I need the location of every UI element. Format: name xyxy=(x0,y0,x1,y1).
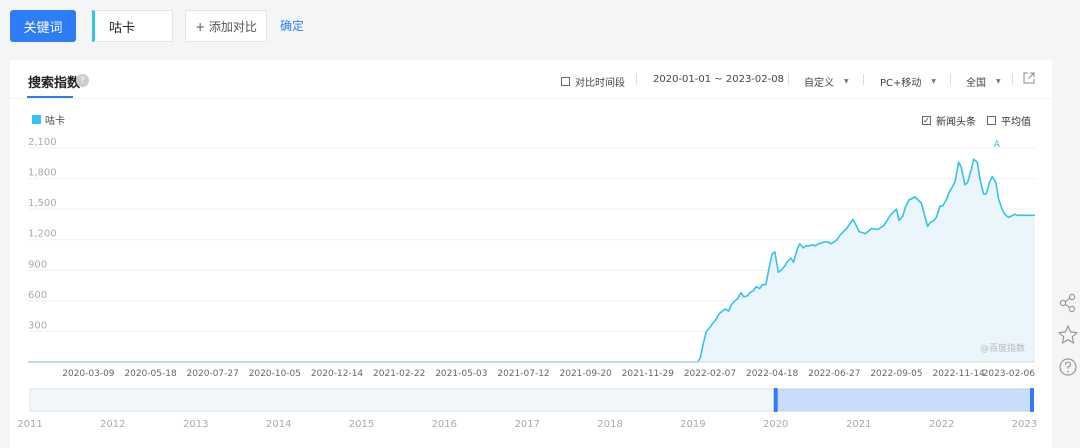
keyword-value: 咕卡 xyxy=(109,20,136,36)
share-icon[interactable] xyxy=(1057,292,1079,314)
x-tick-label: 2021-05-03 xyxy=(435,369,487,379)
navigator-year-label: 2021 xyxy=(846,419,871,430)
confirm-button[interactable]: 确定 xyxy=(280,17,304,34)
x-tick-label: 2022-06-27 xyxy=(808,369,860,379)
watermark: @百度指数 xyxy=(980,342,1025,354)
navigator-year-label: 2015 xyxy=(349,419,374,430)
x-tick-label: 2022-02-07 xyxy=(684,369,736,379)
navigator-year-label: 2020 xyxy=(763,419,788,430)
x-tick-label: 2021-11-29 xyxy=(622,369,675,379)
navigator-year-label: 2012 xyxy=(100,419,125,430)
x-tick-label: 2023-02-06 xyxy=(983,369,1036,379)
navigator-years: 2011 2012 2013 2014 2015 2016 2017 2018 2019 2020… xyxy=(17,419,1037,430)
keyword-input[interactable]: 咕卡 xyxy=(92,10,173,42)
navigator-year-label: 2018 xyxy=(597,419,622,430)
navigator-year-label: 2023 xyxy=(1012,419,1037,430)
x-tick-label: 2020-05-18 xyxy=(124,369,177,379)
navigator-year-label: 2011 xyxy=(17,419,42,430)
y-tick-label: 900 xyxy=(28,259,47,270)
navigator-year-label: 2019 xyxy=(680,419,705,430)
y-axis: 300 600 900 1,200 1,500 1,800 2,100 xyxy=(28,137,57,331)
y-tick-label: 1,200 xyxy=(28,229,57,240)
y-tick-label: 2,100 xyxy=(28,137,57,148)
keyword-mode-button[interactable]: 关键词 xyxy=(10,10,76,42)
peak-marker[interactable]: A xyxy=(994,140,1001,150)
navigator-handle-left[interactable] xyxy=(773,388,778,412)
search-bar: 关键词 咕卡 + 添加对比 确定 xyxy=(0,0,1080,52)
navigator[interactable]: 2011 2012 2013 2014 2015 2016 2017 2018 2019 2020… xyxy=(17,388,1037,430)
x-tick-label: 2022-04-18 xyxy=(746,369,799,379)
x-axis: 2020-03-09 2020-05-18 2020-07-27 2020-10-05… xyxy=(28,361,1036,379)
y-tick-label: 1,500 xyxy=(28,198,57,209)
navigator-selection[interactable] xyxy=(775,388,1034,412)
x-tick-label: 2022-11-14 xyxy=(932,369,985,379)
y-tick-label: 600 xyxy=(28,290,47,301)
y-tick-label: 300 xyxy=(28,320,47,331)
star-icon[interactable] xyxy=(1057,324,1079,346)
navigator-year-label: 2022 xyxy=(929,419,954,430)
add-compare-button[interactable]: + 添加对比 xyxy=(185,10,267,42)
x-tick-label: 2020-07-27 xyxy=(187,369,239,379)
navigator-handle-right[interactable] xyxy=(1030,388,1034,412)
navigator-year-label: 2013 xyxy=(183,419,208,430)
x-tick-label: 2021-09-20 xyxy=(560,369,613,379)
y-tick-label: 1,800 xyxy=(28,168,57,179)
x-tick-label: 2020-10-05 xyxy=(249,369,301,379)
navigator-year-label: 2016 xyxy=(432,419,457,430)
x-tick-label: 2021-07-12 xyxy=(497,369,549,379)
x-tick-label: 2021-02-22 xyxy=(373,369,425,379)
question-icon[interactable] xyxy=(1057,356,1079,378)
x-tick-label: 2020-12-14 xyxy=(311,369,364,379)
search-index-panel: 搜索指数 ? 对比时间段 2020-01-01 ~ 2023-02-08 自定义… xyxy=(10,60,1052,448)
navigator-year-label: 2017 xyxy=(515,419,540,430)
x-tick-label: 2020-03-09 xyxy=(62,369,115,379)
x-tick-label: 2022-09-05 xyxy=(870,369,922,379)
navigator-year-label: 2014 xyxy=(266,419,291,430)
search-index-chart: 300 600 900 1,200 1,500 1,800 2,100 A 2020-03-… xyxy=(17,137,1037,430)
